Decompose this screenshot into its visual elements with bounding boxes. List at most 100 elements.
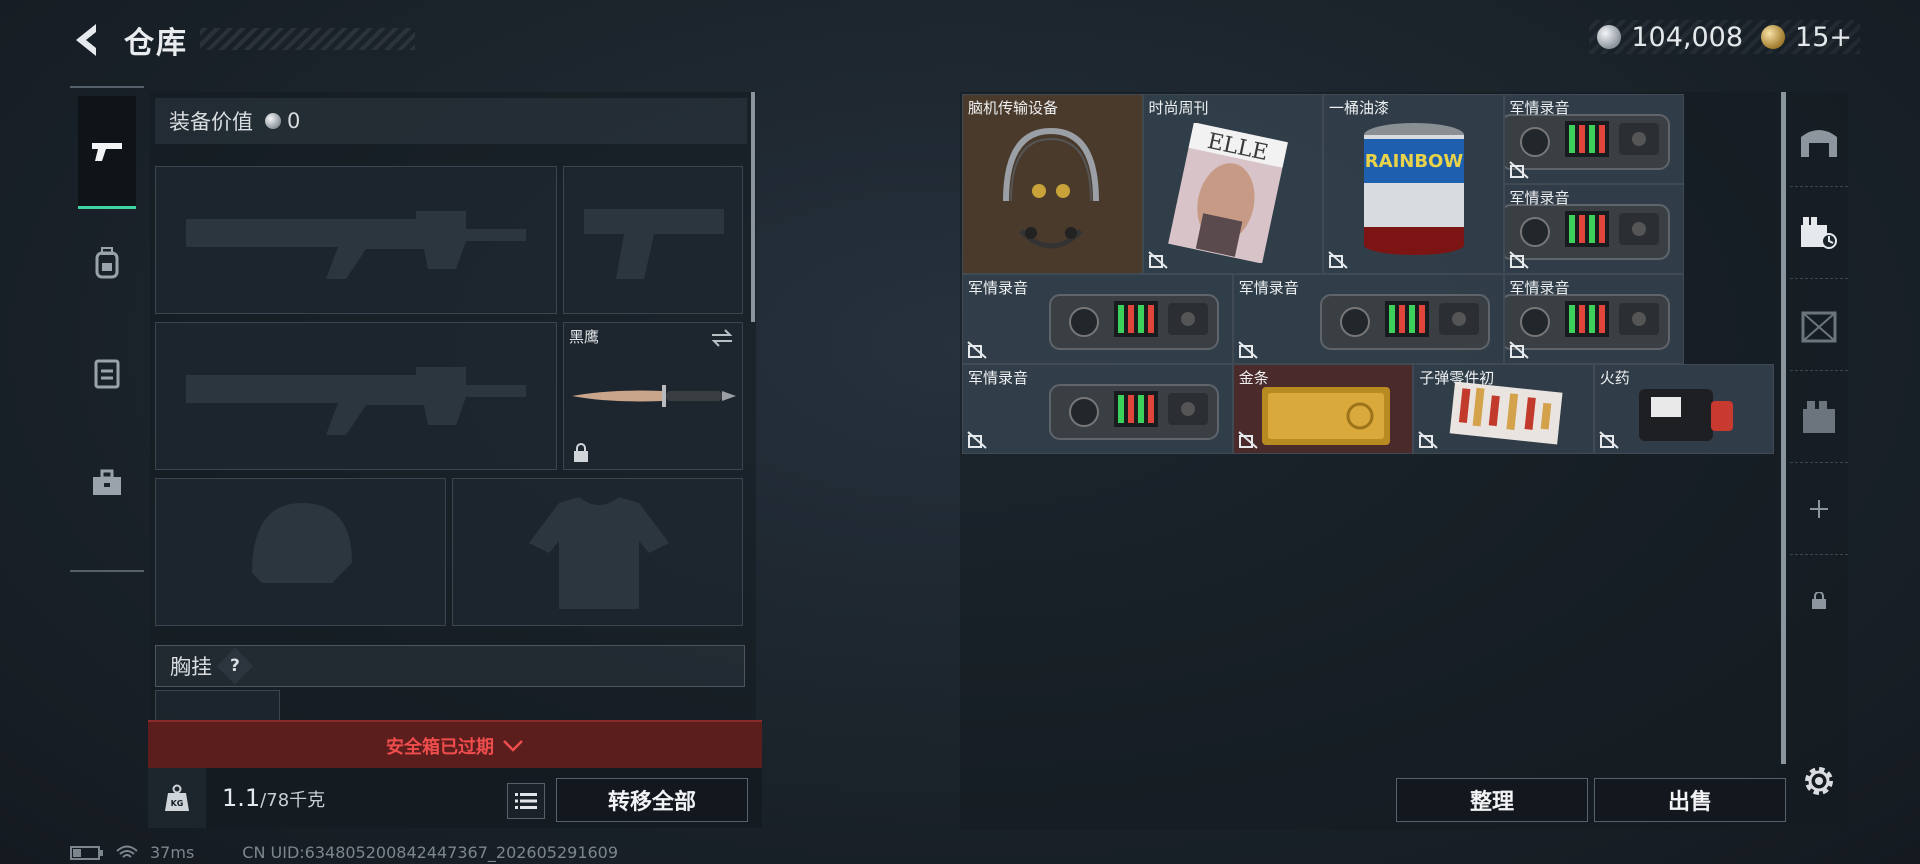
stash-item[interactable]: 脑机传输设备 [962,94,1143,274]
stash-tab-storage[interactable] [1790,372,1848,463]
battery-icon [70,845,103,860]
stash-tab-all[interactable] [1790,96,1848,187]
add-stash-button[interactable] [1790,464,1848,555]
safe-box-expired-banner[interactable]: 安全箱已过期 [148,720,762,770]
stash-item[interactable]: 军情录音 [1503,94,1684,184]
melee-name: 黑鹰 [569,328,600,346]
stash-item[interactable]: 军情录音 [1503,184,1684,274]
pistol-icon [92,143,122,161]
equipment-value-header: 装备价值 0 [155,98,747,144]
sidearm-slot[interactable] [563,166,743,314]
gear-icon [1805,767,1833,795]
player-uid: CN UID:634805200842447367_202605291609 [242,843,619,862]
silver-coin-icon [265,113,281,129]
primary-weapon-slot[interactable] [155,166,557,314]
backpack-icon [95,247,119,279]
stash-tab-equipment[interactable] [1790,188,1848,279]
list-icon [515,793,537,809]
status-bar: 37ms CN UID:634805200842447367_202605291… [70,843,618,862]
stash-item-name: 一桶油漆 [1329,99,1390,117]
sell-button[interactable]: 出售 [1594,778,1786,822]
rifle-silhouette-icon [186,367,526,435]
not-protected-icon [967,431,987,449]
not-protected-icon [967,341,987,359]
list-view-button[interactable] [507,783,545,819]
svg-text:KG: KG [171,799,184,808]
silver-amount: 104,008 [1631,21,1744,53]
not-protected-icon [1238,431,1258,449]
stash-item-name: 时尚周刊 [1148,99,1209,117]
stash-item[interactable]: 时尚周刊 ELLE [1142,94,1323,274]
nav-vest[interactable] [78,318,136,428]
transfer-all-button[interactable]: 转移全部 [556,778,748,822]
plus-icon [1810,500,1828,518]
not-protected-icon [1147,251,1168,269]
not-protected-icon [1508,341,1529,359]
not-protected-icon [1238,341,1258,359]
stash-item-name: 军情录音 [968,369,1029,387]
helmet-silhouette-icon [252,503,352,583]
stash-item[interactable]: 金条 [1232,364,1414,454]
page-title: 仓库 [124,26,188,61]
title-decoration [200,28,415,50]
stash-item[interactable]: 军情录音 [962,274,1233,364]
stash-item[interactable]: 军情录音 [962,364,1233,454]
equipment-value-label: 装备价值 [169,110,253,134]
weight-icon: KG [148,768,206,828]
stash-item[interactable]: 火药 [1593,364,1775,454]
stash-scrollbar[interactable] [1781,92,1786,764]
chest-rig-slot[interactable] [155,690,280,722]
svg-text:RAINBOW: RAINBOW [1365,151,1464,172]
safe-box-warning-text: 安全箱已过期 [386,737,494,758]
stash-item-name: 军情录音 [1238,279,1299,297]
vest-icon [94,359,120,389]
storage-box-icon [1803,401,1835,433]
not-protected-icon [1328,251,1348,269]
stash-tab-collectibles[interactable] [1790,280,1848,371]
stash-tabs [1790,96,1848,826]
secondary-weapon-slot[interactable] [155,322,557,470]
stash-item[interactable]: 军情录音 [1503,274,1684,364]
nav-backpack[interactable] [78,208,136,318]
ping-value: 37ms [150,843,195,862]
helmet-slot[interactable] [155,478,446,626]
pistol-silhouette-icon [584,209,724,279]
lock-icon [1812,592,1826,609]
stash-item-name: 军情录音 [1509,279,1570,297]
stash-item-name: 金条 [1238,369,1269,387]
sort-button[interactable]: 整理 [1396,778,1588,822]
silver-coin-icon [1597,25,1622,49]
stash-item-name: 火药 [1599,369,1630,387]
equipment-scrollbar[interactable] [751,92,755,322]
nav-toolbox[interactable] [78,428,136,538]
stash-item-name: 军情录音 [1509,189,1570,207]
wifi-icon [116,845,138,858]
chest-rig-label: 胸挂 [170,655,212,679]
melee-slot[interactable]: 黑鹰 [563,322,743,470]
stash-item-name: 脑机传输设备 [968,99,1059,117]
swap-icon[interactable] [710,329,734,347]
knife-icon [572,385,736,407]
weight-max: /78千克 [260,790,326,811]
stash-item[interactable]: 子弹零件初 [1413,364,1594,454]
currency-bar: 104,008 15+ [1589,20,1860,54]
stash-item[interactable]: 一桶油漆 RAINBOW [1323,94,1504,274]
settings-button[interactable] [1790,736,1848,826]
carry-weight: 1.1/78千克 [222,784,325,812]
help-icon[interactable]: ? [216,647,254,685]
stash-item[interactable]: 军情录音 [1232,274,1504,364]
stash-item-name: 军情录音 [968,279,1029,297]
toolbox-icon [93,469,121,495]
back-arrow-icon[interactable] [70,22,106,58]
armor-silhouette-icon [529,497,669,609]
stash-item-name: 军情录音 [1509,99,1570,117]
warehouse-icon [1801,130,1837,157]
loadout-nav [70,86,144,572]
not-protected-icon [1508,251,1529,269]
stash-grid: 脑机传输设备 时尚周刊 ELLE 一桶油漆 RAINBOW 军情录音 军情录音 军情录音 军情录… [962,94,1775,454]
rifle-silhouette-icon [186,211,526,279]
gold-amount[interactable]: 15+ [1795,22,1852,53]
gold-coin-icon [1761,25,1786,49]
armor-slot[interactable] [452,478,743,626]
nav-weapons[interactable] [78,96,136,209]
